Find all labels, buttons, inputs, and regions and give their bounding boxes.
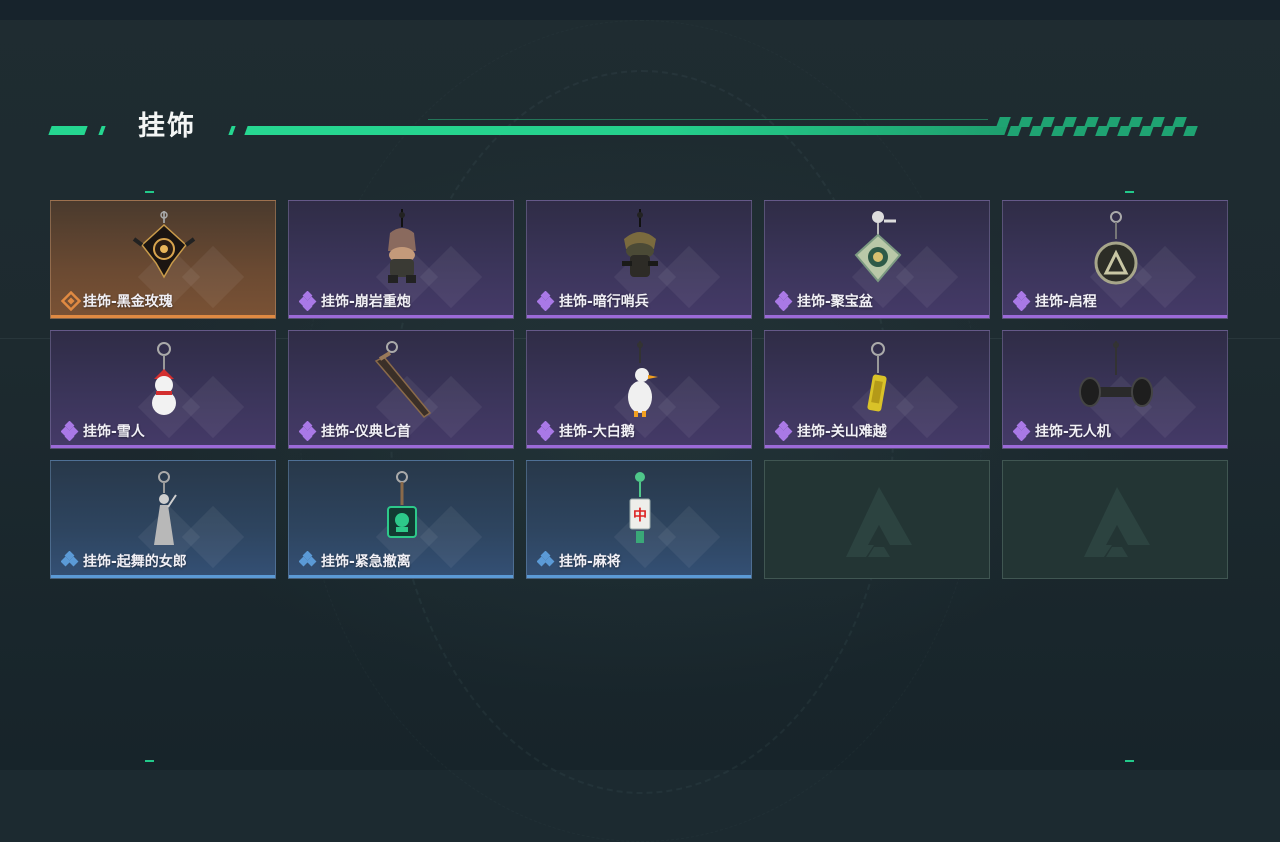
item-card[interactable]: 挂饰-聚宝盆 — [764, 200, 990, 319]
top-bar — [0, 0, 1280, 20]
empty-slot — [1002, 460, 1228, 579]
epic-rarity-icon — [775, 421, 793, 441]
drone-charm-icon — [1079, 341, 1153, 407]
item-card[interactable]: 挂饰-仪典匕首 — [288, 330, 514, 449]
rare-rarity-icon — [61, 551, 79, 567]
rock-cannon-soldier-charm-icon — [388, 209, 416, 283]
item-card[interactable]: 中 挂饰-麻将 — [526, 460, 752, 579]
legendary-rarity-icon — [61, 291, 81, 311]
rarity-bar — [289, 445, 513, 448]
header-thin-line — [428, 119, 988, 120]
item-label: 挂饰-雪人 — [83, 424, 145, 440]
epic-rarity-icon — [537, 421, 555, 441]
mahjong-tile-charm-icon: 中 — [629, 472, 651, 543]
white-goose-charm-icon — [628, 341, 658, 417]
rarity-bar — [765, 445, 989, 448]
item-label: 挂饰-麻将 — [559, 554, 621, 570]
header-line — [244, 126, 1008, 135]
epic-rarity-icon — [1013, 421, 1031, 441]
rarity-bar — [51, 575, 275, 578]
item-label: 挂饰-启程 — [1035, 294, 1097, 310]
corner-tick — [1125, 760, 1134, 762]
rarity-bar — [289, 575, 513, 578]
emergency-evac-charm-icon — [387, 471, 417, 538]
item-card[interactable]: 挂饰-无人机 — [1002, 330, 1228, 449]
header-accent — [48, 126, 88, 135]
item-label: 挂饰-关山难越 — [797, 424, 887, 440]
corner-tick — [1125, 191, 1134, 193]
item-card[interactable]: 挂饰-启程 — [1002, 200, 1228, 319]
rarity-bar — [527, 445, 751, 448]
item-label: 挂饰-黑金玫瑰 — [83, 294, 173, 310]
header-accent — [98, 126, 106, 135]
rarity-bar — [1003, 315, 1227, 318]
item-card[interactable]: 挂饰-崩岩重炮 — [288, 200, 514, 319]
epic-rarity-icon — [537, 291, 555, 311]
snowman-charm-icon — [152, 342, 176, 415]
shadow-sentinel-charm-icon — [622, 209, 658, 277]
rarity-bar — [51, 445, 275, 448]
header-accent — [228, 126, 236, 135]
epic-rarity-icon — [299, 291, 317, 311]
item-card[interactable]: 挂饰-起舞的女郎 — [50, 460, 276, 579]
item-label: 挂饰-紧急撤离 — [321, 554, 411, 570]
section-title: 挂饰 — [138, 111, 196, 142]
item-label: 挂饰-崩岩重炮 — [321, 294, 411, 310]
rare-rarity-icon — [299, 551, 317, 567]
departure-medal-charm-icon — [1094, 211, 1138, 285]
item-card[interactable]: 挂饰-关山难越 — [764, 330, 990, 449]
item-label: 挂饰-聚宝盆 — [797, 294, 873, 310]
header-checker-pattern — [996, 116, 1206, 136]
game-logo-placeholder-icon — [1084, 487, 1150, 557]
black-gold-rose-charm-icon — [132, 211, 196, 279]
section-header: 挂饰 — [48, 108, 1208, 148]
corner-tick — [145, 191, 154, 193]
corner-tick — [145, 760, 154, 762]
epic-rarity-icon — [61, 421, 79, 441]
item-label: 挂饰-起舞的女郎 — [83, 554, 187, 570]
item-card[interactable]: 挂饰-大白鹅 — [526, 330, 752, 449]
treasure-bowl-charm-icon — [854, 211, 902, 283]
item-card[interactable]: 挂饰-雪人 — [50, 330, 276, 449]
rarity-bar — [1003, 445, 1227, 448]
rarity-bar — [527, 575, 751, 578]
item-card[interactable]: 挂饰-暗行哨兵 — [526, 200, 752, 319]
rarity-bar — [289, 315, 513, 318]
svg-text:中: 中 — [633, 507, 647, 524]
epic-rarity-icon — [299, 421, 317, 441]
ceremonial-dagger-charm-icon — [374, 341, 432, 418]
empty-slot — [764, 460, 990, 579]
rare-rarity-icon — [537, 551, 555, 567]
gold-bar-charm-icon — [867, 342, 887, 412]
rarity-bar — [527, 315, 751, 318]
item-card[interactable]: 挂饰-紧急撤离 — [288, 460, 514, 579]
item-label: 挂饰-仪典匕首 — [321, 424, 411, 440]
dancing-lady-charm-icon — [154, 471, 177, 545]
rarity-bar — [765, 315, 989, 318]
epic-rarity-icon — [1013, 291, 1031, 311]
item-label: 挂饰-大白鹅 — [559, 424, 635, 440]
rarity-bar — [51, 315, 275, 318]
epic-rarity-icon — [775, 291, 793, 311]
item-label: 挂饰-暗行哨兵 — [559, 294, 649, 310]
item-label: 挂饰-无人机 — [1035, 424, 1111, 440]
item-card[interactable]: 挂饰-黑金玫瑰 — [50, 200, 276, 319]
game-logo-placeholder-icon — [846, 487, 912, 557]
